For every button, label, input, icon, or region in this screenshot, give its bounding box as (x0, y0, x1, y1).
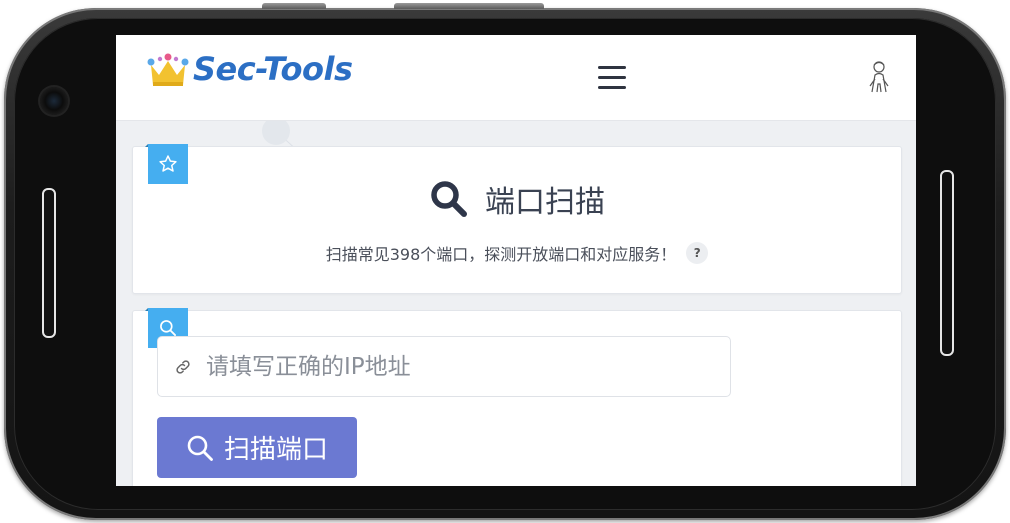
help-icon[interactable]: ? (686, 242, 709, 264)
phone-side-button-right (394, 3, 544, 9)
phone-side-button-left (262, 3, 326, 9)
hamburger-menu-icon[interactable] (598, 66, 626, 90)
scan-ports-button[interactable]: 扫描端口 (157, 417, 357, 478)
search-icon (187, 435, 213, 461)
link-icon (176, 359, 190, 374)
site-logo[interactable]: Sec-Tools (147, 49, 353, 89)
card-title-row: 端口扫描 (133, 177, 901, 221)
page-title: 端口扫描 (485, 185, 605, 220)
user-avatar-icon[interactable] (866, 59, 892, 95)
ip-address-field[interactable] (157, 336, 731, 397)
search-icon (431, 181, 467, 217)
app-screen: Sec-Tools 端口扫描 扫描常见398个端口，探测开放端口和对应服务！ ?… (116, 35, 916, 486)
card-description-row: 扫描常见398个端口，探测开放端口和对应服务！ ? (133, 241, 901, 265)
search-icon (160, 320, 176, 336)
tool-info-card: 端口扫描 扫描常见398个端口，探测开放端口和对应服务！ ? (132, 144, 902, 294)
scan-form-card: 扫描端口 (132, 308, 902, 486)
top-navbar: Sec-Tools (116, 35, 916, 121)
tool-description: 扫描常见398个端口，探测开放端口和对应服务！ (325, 245, 677, 264)
front-camera (40, 87, 68, 115)
brand-name: Sec-Tools (193, 50, 353, 88)
scan-ports-button-label: 扫描端口 (223, 435, 328, 465)
star-icon (159, 155, 177, 172)
crown-icon (147, 53, 189, 86)
ip-address-input[interactable] (206, 353, 706, 380)
speaker-grille-left (42, 188, 56, 338)
speaker-grille-right (940, 170, 954, 356)
